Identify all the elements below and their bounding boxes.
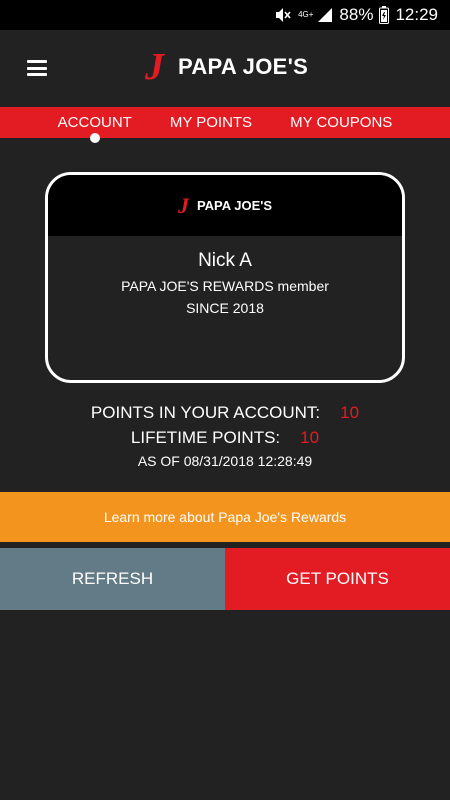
- account-points-label: POINTS IN YOUR ACCOUNT:: [90, 403, 321, 422]
- mute-icon: [274, 7, 292, 23]
- member-name: Nick A: [198, 250, 252, 271]
- battery-icon: [379, 6, 390, 24]
- signal-icon: [317, 7, 333, 23]
- brand-name: PAPA JOE'S: [178, 54, 309, 79]
- card-brand-name: PAPA JOE'S: [196, 198, 273, 213]
- lifetime-points-row: LIFETIME POINTS: 10: [0, 428, 450, 448]
- points-timestamp: AS OF 08/31/2018 12:28:49: [137, 453, 313, 469]
- tab-my-points[interactable]: MY POINTS: [151, 107, 271, 138]
- active-tab-indicator: [89, 133, 100, 143]
- points-summary: POINTS IN YOUR ACCOUNT: 10 LIFETIME POIN…: [0, 403, 450, 469]
- brand-logo: J PAPA JOE'S: [145, 48, 308, 86]
- learn-more-rewards-button[interactable]: Learn more about Papa Joe's Rewards: [0, 492, 450, 542]
- tab-my-coupons[interactable]: MY COUPONS: [271, 107, 411, 138]
- membership-card: J PAPA JOE'S Nick A PAPA JOE'S REWARDS m…: [45, 172, 405, 383]
- logo-j-icon: J: [145, 46, 164, 88]
- clock: 12:29: [395, 5, 438, 24]
- lifetime-points-value: 10: [300, 428, 320, 447]
- network-type-label: 4G+: [298, 10, 314, 19]
- get-points-button[interactable]: GET POINTS: [225, 548, 450, 610]
- refresh-button[interactable]: REFRESH: [0, 548, 225, 610]
- tab-bar: ACCOUNT MY POINTS MY COUPONS: [0, 107, 450, 143]
- lifetime-points-label: LIFETIME POINTS:: [130, 428, 281, 447]
- tab-account[interactable]: ACCOUNT: [39, 107, 151, 143]
- tab-label: MY COUPONS: [290, 114, 393, 131]
- status-bar: 4G+ 88% 12:29: [0, 0, 450, 30]
- account-points-row: POINTS IN YOUR ACCOUNT: 10: [0, 403, 450, 423]
- membership-label: PAPA JOE'S REWARDS member: [121, 278, 329, 294]
- card-body: Nick A PAPA JOE'S REWARDS member SINCE 2…: [48, 236, 402, 316]
- battery-percent: 88%: [339, 5, 374, 24]
- action-buttons: REFRESH GET POINTS: [0, 548, 450, 610]
- app-bar: J PAPA JOE'S: [0, 30, 450, 107]
- member-since: SINCE 2018: [186, 300, 264, 316]
- card-logo-j-icon: J: [177, 192, 189, 218]
- hamburger-menu-icon[interactable]: [24, 57, 50, 79]
- tab-label: MY POINTS: [169, 114, 253, 131]
- tab-label: ACCOUNT: [57, 114, 132, 131]
- account-points-value: 10: [340, 403, 360, 422]
- card-header: J PAPA JOE'S: [48, 175, 402, 236]
